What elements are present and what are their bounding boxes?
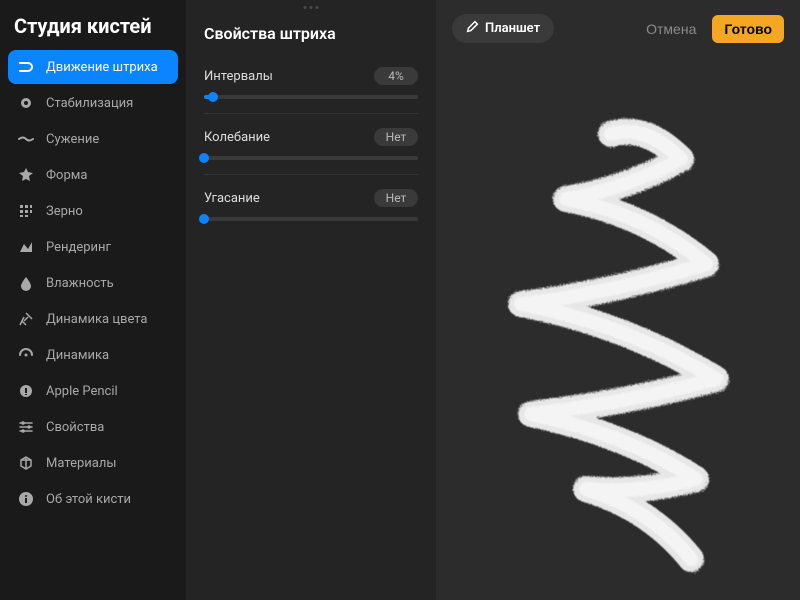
slider-label: Интервалы bbox=[204, 69, 273, 84]
settings-panel: Свойства штриха Интервалы 4% Колебание Н… bbox=[186, 0, 436, 600]
sidebar-item-label: Сужение bbox=[46, 132, 99, 147]
sidebar-item-apple-pencil[interactable]: Apple Pencil bbox=[8, 374, 178, 408]
sidebar-item-label: Динамика bbox=[46, 348, 109, 363]
done-button[interactable]: Готово bbox=[712, 15, 784, 43]
taper-icon bbox=[18, 131, 34, 147]
drawing-pad-tab[interactable]: Планшет bbox=[452, 14, 554, 43]
apple-pencil-icon bbox=[18, 383, 34, 399]
sidebar-item-stabilization[interactable]: Стабилизация bbox=[8, 86, 178, 120]
slider-value-badge: Нет bbox=[374, 128, 418, 146]
drag-handle-icon[interactable] bbox=[304, 6, 319, 9]
sidebar-item-stroke-path[interactable]: Движение штриха bbox=[8, 50, 178, 84]
sidebar-item-label: Движение штриха bbox=[46, 60, 158, 75]
sidebar-item-shape[interactable]: Форма bbox=[8, 158, 178, 192]
preview-header: Планшет Отмена Готово bbox=[436, 0, 800, 57]
slider-value-badge: Нет bbox=[374, 189, 418, 207]
grain-icon bbox=[18, 203, 34, 219]
sidebar-item-label: Стабилизация bbox=[46, 96, 133, 111]
sidebar-item-label: Об этой кисти bbox=[46, 492, 131, 507]
sidebar-item-about[interactable]: Об этой кисти bbox=[8, 482, 178, 516]
sidebar-item-label: Влажность bbox=[46, 276, 114, 291]
sidebar-item-label: Apple Pencil bbox=[46, 384, 118, 399]
shape-icon bbox=[18, 167, 34, 183]
sidebar-item-properties[interactable]: Свойства bbox=[8, 410, 178, 444]
stroke-path-icon bbox=[18, 59, 34, 75]
sidebar-title: Студия кистей bbox=[0, 0, 186, 50]
slider-track[interactable] bbox=[204, 217, 418, 221]
header-actions: Отмена Готово bbox=[646, 15, 784, 43]
slider-label: Угасание bbox=[204, 191, 260, 206]
stabilization-icon bbox=[18, 95, 34, 111]
sidebar-item-materials[interactable]: Материалы bbox=[8, 446, 178, 480]
slider-label: Колебание bbox=[204, 130, 270, 145]
sidebar-item-label: Форма bbox=[46, 168, 87, 183]
slider-spacing: Интервалы 4% bbox=[204, 53, 418, 114]
brush-preview-canvas[interactable] bbox=[436, 57, 800, 600]
sidebar-item-color-dynamics[interactable]: Динамика цвета bbox=[8, 302, 178, 336]
materials-icon bbox=[18, 455, 34, 471]
color-dynamics-icon bbox=[18, 311, 34, 327]
wet-mix-icon bbox=[18, 275, 34, 291]
sidebar-item-label: Свойства bbox=[46, 420, 104, 435]
rendering-icon bbox=[18, 239, 34, 255]
sidebar-item-dynamics[interactable]: Динамика bbox=[8, 338, 178, 372]
sidebar-item-taper[interactable]: Сужение bbox=[8, 122, 178, 156]
slider-falloff: Угасание Нет bbox=[204, 175, 418, 235]
tab-label: Планшет bbox=[485, 21, 540, 36]
sidebar-item-label: Динамика цвета bbox=[46, 312, 148, 327]
sidebar-item-grain[interactable]: Зерно bbox=[8, 194, 178, 228]
properties-icon bbox=[18, 419, 34, 435]
edit-icon bbox=[466, 20, 479, 37]
cancel-button[interactable]: Отмена bbox=[646, 21, 696, 37]
sidebar-item-label: Рендеринг bbox=[46, 240, 111, 255]
slider-jitter: Колебание Нет bbox=[204, 114, 418, 175]
sidebar-items: Движение штриха Стабилизация Сужение Фор… bbox=[0, 50, 186, 516]
slider-value-badge: 4% bbox=[374, 67, 418, 85]
slider-track[interactable] bbox=[204, 156, 418, 160]
sliders-container: Интервалы 4% Колебание Нет Угасание Нет bbox=[186, 53, 436, 235]
sidebar-item-label: Материалы bbox=[46, 456, 116, 471]
sidebar-item-rendering[interactable]: Рендеринг bbox=[8, 230, 178, 264]
dynamics-icon bbox=[18, 347, 34, 363]
slider-track[interactable] bbox=[204, 95, 418, 99]
sidebar-item-wet-mix[interactable]: Влажность bbox=[8, 266, 178, 300]
preview-panel: Планшет Отмена Готово bbox=[436, 0, 800, 600]
sidebar: Студия кистей Движение штриха Стабилизац… bbox=[0, 0, 186, 600]
sidebar-item-label: Зерно bbox=[46, 204, 83, 219]
about-icon bbox=[18, 491, 34, 507]
